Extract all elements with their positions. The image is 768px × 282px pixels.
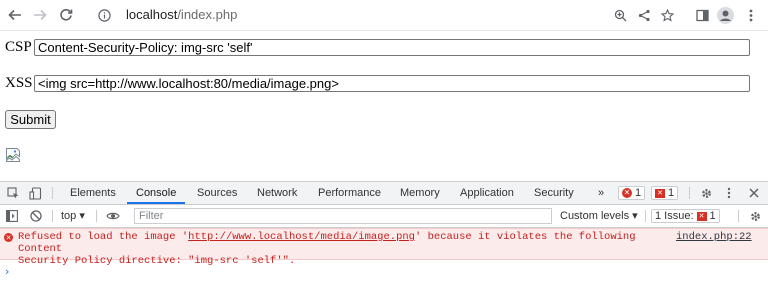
- broken-image-icon: [5, 147, 21, 163]
- issue-flag-count: 1: [668, 187, 675, 199]
- browser-toolbar: localhost/index.php: [0, 0, 768, 31]
- error-circle-icon: ✕: [4, 233, 13, 242]
- tab-console[interactable]: Console: [127, 182, 186, 204]
- url-path: /index.php: [177, 7, 238, 22]
- csp-label: CSP: [5, 39, 32, 55]
- error-count: 1: [635, 187, 642, 199]
- xss-label: XSS: [5, 75, 33, 91]
- tab-application[interactable]: Application: [460, 182, 514, 204]
- xss-input[interactable]: <img src=http://www.localhost:80/media/i…: [34, 75, 750, 92]
- filter-input[interactable]: Filter: [134, 208, 552, 224]
- dropdown-caret-icon: ▾: [632, 210, 638, 222]
- tab-memory[interactable]: Memory: [400, 182, 440, 204]
- error-message-text: Refused to load the image 'http://www.lo…: [18, 231, 648, 267]
- settings-gear-icon[interactable]: [697, 182, 715, 204]
- log-levels-dropdown[interactable]: Custom levels ▾: [560, 205, 638, 227]
- tab-sources[interactable]: Sources: [197, 182, 237, 204]
- message-prefix: Refused to load the image ': [18, 231, 189, 243]
- blocked-image-link[interactable]: http://www.localhost/media/image.png: [188, 231, 415, 243]
- error-count-badge[interactable]: ✕ 1: [618, 186, 646, 200]
- dropdown-caret-icon: ▾: [79, 210, 85, 222]
- url-host: localhost: [126, 7, 178, 22]
- live-expression-eye-icon[interactable]: [104, 205, 122, 227]
- devtools-menu-icon[interactable]: [722, 182, 736, 204]
- devtools-panel: Elements Console Sources Network Perform…: [0, 181, 768, 282]
- issues-label: 1 Issue:: [655, 210, 694, 222]
- url-text: localhost/index.php: [126, 4, 237, 26]
- divider: [52, 210, 53, 222]
- error-circle-icon: ✕: [622, 188, 632, 198]
- divider: [689, 187, 690, 199]
- side-panel-icon[interactable]: [692, 0, 712, 30]
- page-content: CSP Content-Security-Policy: img-src 'se…: [0, 31, 768, 181]
- console-settings-gear-icon[interactable]: [746, 205, 764, 227]
- issue-count-badge[interactable]: ✕ 1: [651, 186, 679, 200]
- bookmark-star-icon[interactable]: [657, 0, 677, 30]
- devtools-tab-bar: Elements Console Sources Network Perform…: [0, 182, 768, 205]
- forward-arrow-icon[interactable]: [29, 0, 51, 30]
- tab-elements[interactable]: Elements: [70, 182, 116, 204]
- clear-console-icon[interactable]: [28, 205, 44, 227]
- inspect-element-icon[interactable]: [4, 182, 22, 204]
- console-prompt-chevron-icon[interactable]: ›: [5, 265, 9, 278]
- context-selector[interactable]: top ▾: [61, 205, 85, 227]
- levels-label: Custom levels: [560, 210, 630, 222]
- issues-button[interactable]: 1 Issue: ✕ 1: [651, 209, 720, 223]
- tab-performance[interactable]: Performance: [318, 182, 381, 204]
- issue-flag-icon: ✕: [655, 188, 665, 198]
- site-info-icon[interactable]: [93, 4, 115, 26]
- submit-button[interactable]: Submit: [5, 110, 56, 129]
- close-devtools-icon[interactable]: [746, 182, 762, 204]
- tab-security[interactable]: Security: [534, 182, 574, 204]
- issues-count: 1: [709, 210, 716, 222]
- kebab-menu-icon[interactable]: [742, 0, 760, 30]
- zoom-icon[interactable]: [610, 0, 630, 30]
- divider: [645, 210, 646, 222]
- share-icon[interactable]: [634, 0, 654, 30]
- console-error-message: ✕ Refused to load the image 'http://www.…: [0, 228, 768, 267]
- divider: [738, 210, 739, 222]
- issue-flag-icon: ✕: [696, 211, 707, 221]
- more-tabs-button[interactable]: »: [598, 182, 604, 204]
- address-bar[interactable]: localhost/index.php: [93, 4, 683, 26]
- reload-icon[interactable]: [55, 0, 77, 30]
- divider: [52, 187, 53, 199]
- tab-network[interactable]: Network: [257, 182, 297, 204]
- context-value: top: [61, 210, 77, 222]
- profile-avatar-icon[interactable]: [714, 0, 736, 30]
- source-location-link[interactable]: index.php:22: [676, 231, 752, 243]
- divider: [96, 210, 97, 222]
- csp-input[interactable]: Content-Security-Policy: img-src 'self': [34, 39, 750, 56]
- device-toolbar-icon[interactable]: [26, 182, 44, 204]
- show-sidebar-icon[interactable]: [4, 205, 20, 227]
- back-arrow-icon[interactable]: [4, 0, 26, 30]
- console-toolbar: top ▾ Filter Custom levels ▾ 1 Issue: ✕ …: [0, 205, 768, 228]
